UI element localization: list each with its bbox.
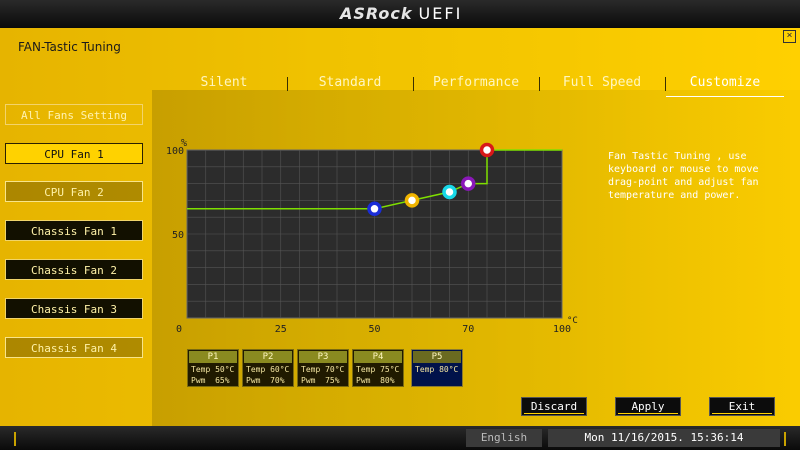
apply-button[interactable]: Apply (615, 397, 681, 416)
chassis-fan-4-button[interactable]: Chassis Fan 4 (5, 337, 143, 358)
point-name: P5 (413, 351, 461, 363)
point-pwm: Pwm 70% (246, 376, 285, 385)
drag-point-p3[interactable] (442, 184, 457, 200)
tab-performance[interactable]: Performance (414, 70, 538, 96)
profile-tabs: Silent Standard Performance Full Speed C… (162, 70, 798, 98)
point-name: P1 (189, 351, 237, 363)
point-pwm: Pwm 80% (356, 376, 395, 385)
point-temp: Temp 80°C (415, 365, 459, 374)
x-tick-label: 70 (462, 324, 474, 335)
status-bar-marker (784, 432, 786, 446)
point-temp: Temp 60°C (246, 365, 290, 374)
cpu-fan-1-button[interactable]: CPU Fan 1 (5, 143, 143, 164)
x-tick-label: 100 (553, 324, 571, 335)
cpu-fan-2-button[interactable]: CPU Fan 2 (5, 181, 143, 202)
point-pwm: Pwm 65% (191, 376, 230, 385)
point-name: P3 (299, 351, 347, 363)
discard-button[interactable]: Discard (521, 397, 587, 416)
point-temp: Temp 75°C (356, 365, 400, 374)
fan-curve-svg[interactable]: %°C501000 25 50 70 100 (165, 135, 585, 335)
chassis-fan-2-button[interactable]: Chassis Fan 2 (5, 259, 143, 280)
tab-silent[interactable]: Silent (162, 70, 286, 96)
close-icon[interactable]: × (783, 30, 796, 43)
x-tick-label: 25 (275, 324, 287, 335)
drag-point-p1[interactable] (367, 201, 382, 217)
point-name: P2 (244, 351, 292, 363)
page-title: FAN-Tastic Tuning (18, 40, 121, 54)
point-cell-p3[interactable]: P3 Temp 70°C Pwm 75% (297, 349, 349, 387)
chassis-fan-1-button[interactable]: Chassis Fan 1 (5, 220, 143, 241)
y-tick-label: 50 (172, 230, 184, 241)
date-time-display: Mon 11/16/2015. 15:36:14 (548, 429, 780, 447)
point-temp: Temp 50°C (191, 365, 235, 374)
drag-point-p5[interactable] (479, 142, 495, 158)
tab-customize[interactable]: Customize (666, 70, 784, 97)
brand-text: ASRock (340, 4, 413, 23)
tab-standard[interactable]: Standard (288, 70, 412, 96)
point-cell-p5[interactable]: P5 Temp 80°C (411, 349, 463, 387)
asrock-uefi-logo: ASRock UEFI (340, 4, 460, 24)
language-selector[interactable]: English (466, 429, 542, 447)
all-fans-setting-button[interactable]: All Fans Setting (5, 104, 143, 125)
fan-curve-chart[interactable]: % °C 50 100 0 25 50 70 100 (165, 135, 585, 335)
status-bar: English Mon 11/16/2015. 15:36:14 (0, 426, 800, 450)
product-text: UEFI (418, 4, 463, 23)
tab-full-speed[interactable]: Full Speed (540, 70, 664, 96)
point-cell-p2[interactable]: P2 Temp 60°C Pwm 70% (242, 349, 294, 387)
point-cell-p4[interactable]: P4 Temp 75°C Pwm 80% (352, 349, 404, 387)
help-text: Fan Tastic Tuning , use keyboard or mous… (608, 151, 759, 201)
point-name: P4 (354, 351, 402, 363)
x-tick-label: 50 (368, 324, 380, 335)
drag-point-p2[interactable] (404, 193, 420, 208)
drag-point-p4[interactable] (461, 176, 476, 191)
exit-button[interactable]: Exit (709, 397, 775, 416)
y-tick-label: 100 (166, 146, 184, 157)
status-bar-marker (14, 432, 16, 446)
point-pwm: Pwm 75% (301, 376, 340, 385)
x-tick-label: 0 (176, 324, 182, 335)
point-temp: Temp 70°C (301, 365, 345, 374)
top-bar: ASRock UEFI (0, 0, 800, 29)
chassis-fan-3-button[interactable]: Chassis Fan 3 (5, 298, 143, 319)
point-cell-p1[interactable]: P1 Temp 50°C Pwm 65% (187, 349, 239, 387)
